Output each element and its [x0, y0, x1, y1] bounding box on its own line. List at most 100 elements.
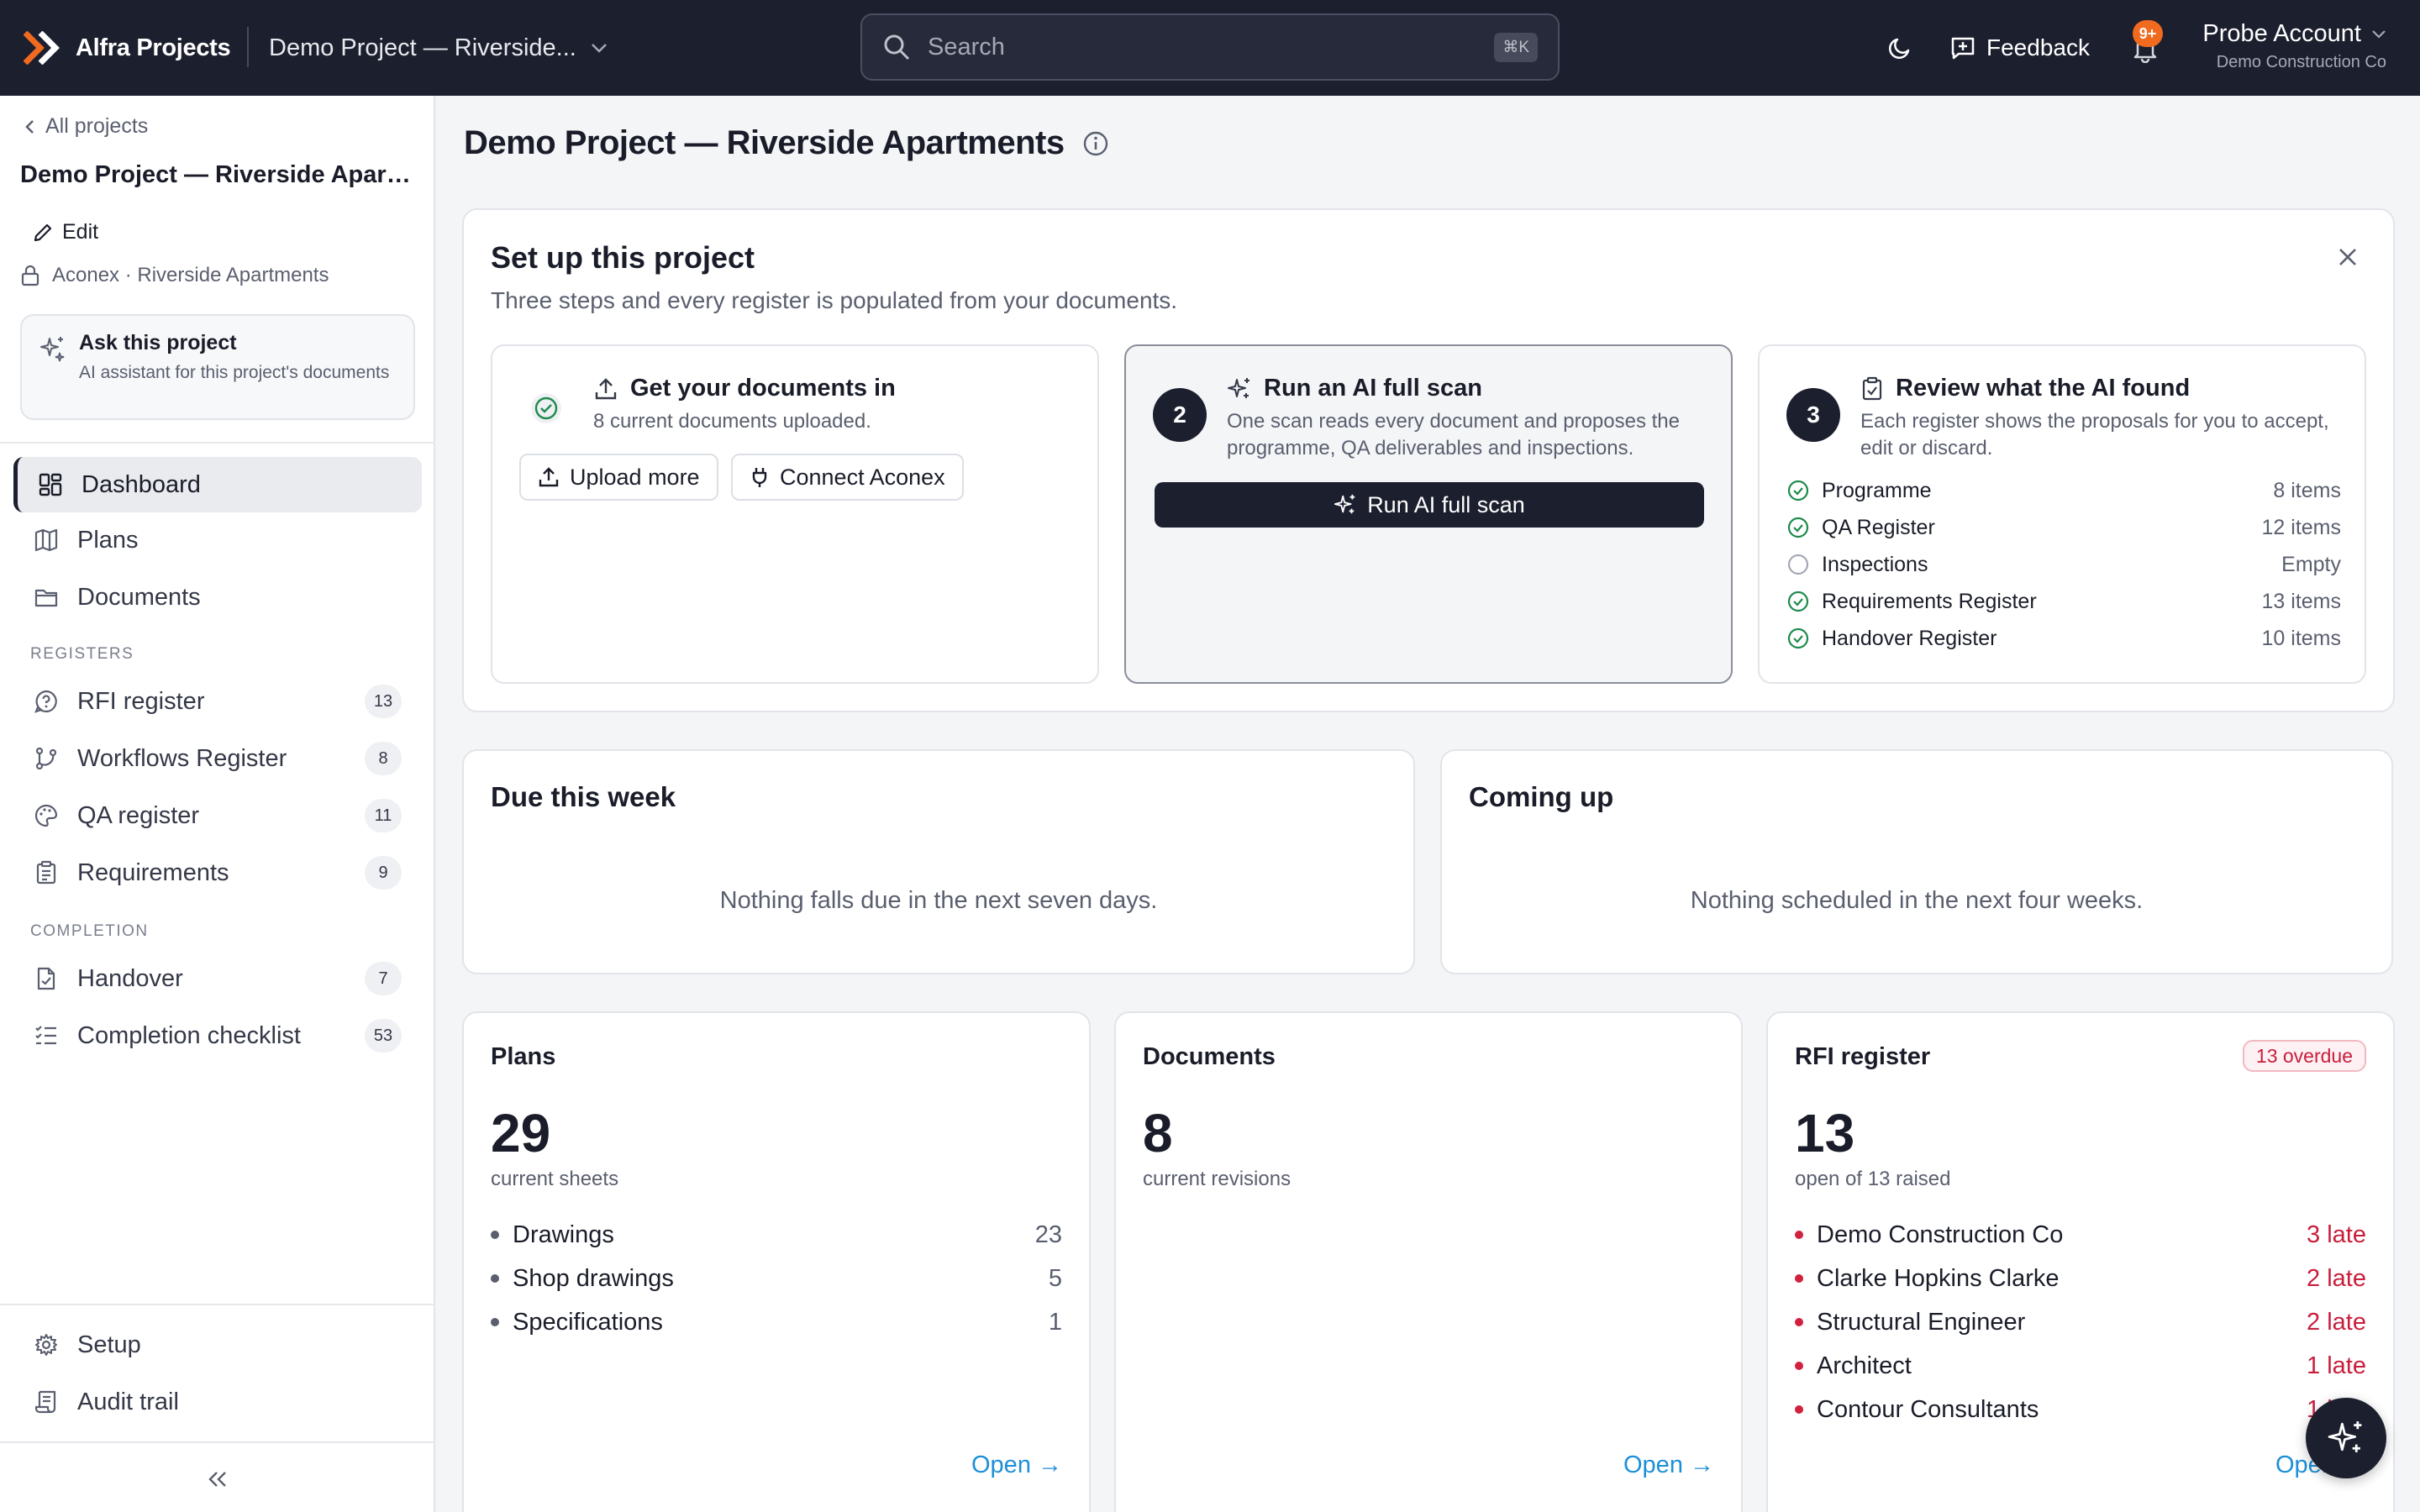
overdue-badge: 13 overdue	[2242, 1040, 2366, 1072]
item-label: Drawings	[513, 1221, 614, 1248]
nav-plans[interactable]: Plans	[13, 512, 422, 568]
step-desc: One scan reads every document and propos…	[1227, 410, 1680, 459]
chevron-down-icon	[590, 42, 608, 54]
search-shortcut: ⌘K	[1494, 32, 1538, 62]
workflow-icon	[34, 746, 59, 771]
run-ai-scan-button[interactable]: Run AI full scan	[1155, 482, 1704, 528]
palette-icon	[34, 803, 59, 828]
documents-card: Documents 8 current revisions Open →	[1114, 1011, 1743, 1512]
register-status-row[interactable]: Programme 8 items	[1786, 472, 2341, 509]
nav-label: QA register	[77, 801, 200, 829]
register-status-row[interactable]: Requirements Register 13 items	[1786, 583, 2341, 620]
alfra-logo-icon	[24, 31, 64, 65]
empty-circle-icon	[1786, 553, 1810, 576]
theme-toggle-button[interactable]	[1882, 30, 1918, 66]
edit-project-button[interactable]: Edit	[32, 220, 98, 244]
close-icon[interactable]	[2336, 245, 2360, 269]
count-badge: 11	[365, 799, 402, 832]
search-box[interactable]: ⌘K	[860, 13, 1560, 81]
feedback-label: Feedback	[1986, 34, 2090, 60]
open-plans-link[interactable]: Open →	[971, 1452, 1062, 1479]
project-select[interactable]: Demo Project — Riverside...	[269, 27, 608, 69]
chevrons-left-icon	[207, 1470, 229, 1488]
upload-more-button[interactable]: Upload more	[519, 454, 718, 501]
check-circle-icon	[1786, 479, 1810, 502]
upload-icon	[593, 376, 618, 402]
nav-setup[interactable]: Setup	[13, 1317, 422, 1373]
divider	[0, 1304, 435, 1305]
card-title: Documents	[1143, 1043, 1276, 1070]
check-circle-icon	[1786, 590, 1810, 613]
nav-label: Audit trail	[77, 1388, 179, 1415]
ai-assistant-button[interactable]	[2306, 1398, 2386, 1478]
nav-workflows-register[interactable]: Workflows Register 8	[13, 731, 422, 786]
list-item: Specifications 1	[491, 1300, 1062, 1344]
item-label: Shop drawings	[513, 1264, 674, 1292]
item-value: 23	[1034, 1221, 1062, 1248]
list-item: Demo Construction Co 3 late	[1795, 1213, 2366, 1257]
button-label: Upload more	[570, 464, 700, 490]
step-title: Review what the AI found	[1896, 375, 2191, 402]
setup-title: Set up this project	[491, 240, 755, 275]
register-status-row[interactable]: QA Register 12 items	[1786, 509, 2341, 546]
nav-handover[interactable]: Handover 7	[13, 951, 422, 1006]
rfi-register-card: RFI register 13 overdue 13 open of 13 ra…	[1766, 1011, 2395, 1512]
item-value: 2 late	[2307, 1264, 2366, 1292]
nav-documents[interactable]: Documents	[13, 570, 422, 625]
step-desc: 8 current documents uploaded.	[593, 410, 871, 433]
question-circle-icon	[34, 689, 59, 714]
file-check-icon	[34, 966, 59, 991]
setup-step-ai-scan: 2 Run an AI full scan One scan reads eve…	[1124, 344, 1733, 684]
card-title: Coming up	[1469, 781, 1614, 812]
info-icon[interactable]	[1081, 129, 1110, 158]
connect-aconex-button[interactable]: Connect Aconex	[731, 454, 964, 501]
list-checks-icon	[34, 1023, 59, 1048]
register-count: Empty	[2281, 552, 2341, 576]
item-value: 1	[1048, 1308, 1062, 1336]
back-label: All projects	[45, 114, 149, 138]
sparkles-icon	[2327, 1419, 2365, 1457]
nav-label: Dashboard	[82, 470, 201, 498]
ask-project-button[interactable]: Ask this project AI assistant for this p…	[20, 314, 415, 420]
search-input[interactable]	[928, 33, 1495, 61]
list-item: Shop drawings 5	[491, 1257, 1062, 1300]
count-badge: 7	[365, 962, 402, 995]
empty-state-text: Nothing scheduled in the next four weeks…	[1690, 887, 2144, 914]
register-status-row[interactable]: Inspections Empty	[1786, 546, 2341, 583]
clipboard-check-icon	[1860, 376, 1884, 402]
register-count: 8 items	[2273, 478, 2341, 502]
nav-qa-register[interactable]: QA register 11	[13, 788, 422, 843]
feedback-button[interactable]: Feedback	[1949, 27, 2090, 69]
item-value: 2 late	[2307, 1308, 2366, 1336]
ask-subtitle: AI assistant for this project's document…	[79, 363, 390, 382]
count-badge: 53	[365, 1019, 402, 1053]
coming-up-card: Coming up Nothing scheduled in the next …	[1440, 749, 2393, 974]
open-documents-link[interactable]: Open →	[1623, 1452, 1714, 1479]
nav-requirements[interactable]: Requirements 9	[13, 845, 422, 900]
item-value: 5	[1048, 1264, 1062, 1292]
item-label: Architect	[1817, 1352, 1912, 1379]
account-menu[interactable]: Probe Account Demo Construction Co	[2202, 20, 2386, 72]
stat-subtitle: current revisions	[1143, 1168, 1292, 1190]
page-title: Demo Project — Riverside Apartments	[464, 124, 1110, 162]
project-title: Demo Project — Riverside Apartments	[20, 161, 415, 188]
dashboard-icon	[38, 472, 63, 497]
nav-rfi-register[interactable]: RFI register 13	[13, 674, 422, 729]
step-title: Get your documents in	[630, 375, 896, 402]
page-title-text: Demo Project — Riverside Apartments	[464, 124, 1065, 161]
plans-card: Plans 29 current sheets Drawings 23 Shop …	[462, 1011, 1091, 1512]
register-name: Programme	[1822, 478, 1932, 502]
item-value: 3 late	[2307, 1221, 2366, 1248]
collapse-sidebar-button[interactable]	[0, 1458, 435, 1500]
nav-dashboard[interactable]: Dashboard	[13, 457, 422, 512]
brand-logo[interactable]: Alfra Projects	[24, 25, 231, 71]
step-number: 3	[1786, 388, 1840, 442]
nav-audit-trail[interactable]: Audit trail	[13, 1374, 422, 1430]
item-label: Contour Consultants	[1817, 1395, 2039, 1423]
nav-label: Workflows Register	[77, 744, 287, 772]
sparkles-icon	[1334, 493, 1357, 517]
register-status-row[interactable]: Handover Register 10 items	[1786, 620, 2341, 657]
nav-completion-checklist[interactable]: Completion checklist 53	[13, 1008, 422, 1063]
nav-label: Handover	[77, 964, 183, 992]
back-to-projects-link[interactable]: All projects	[24, 114, 148, 139]
